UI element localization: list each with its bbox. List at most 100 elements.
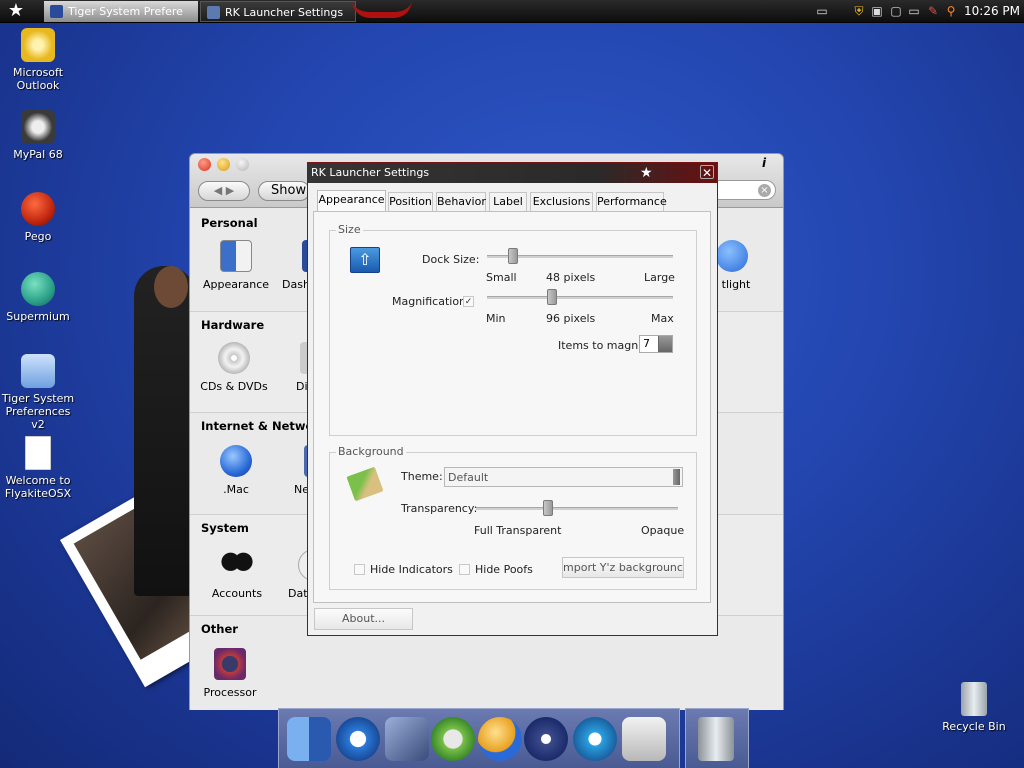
pane-mac[interactable]: .Mac: [201, 445, 271, 496]
decorative-arc: [352, 0, 412, 18]
pane-cds-dvds[interactable]: CDs & DVDs: [199, 342, 269, 393]
quicktime-icon[interactable]: [573, 717, 617, 761]
section-title: Personal: [201, 216, 258, 230]
taskbar-item-rk-launcher[interactable]: RK Launcher Settings: [200, 1, 356, 22]
magnification-min-label: Min: [486, 312, 506, 325]
preview-icon[interactable]: [385, 717, 429, 761]
taskbar-item-label: RK Launcher Settings: [225, 6, 344, 19]
magnification-checkbox[interactable]: ✓: [463, 296, 474, 307]
group-label: Size: [336, 223, 363, 236]
items-to-magnify-value[interactable]: 7: [643, 337, 650, 350]
taskbar-item-system-preferences[interactable]: Tiger System Prefere: [44, 1, 198, 22]
magnification-max-label: Max: [651, 312, 674, 325]
tab-position[interactable]: Position: [388, 192, 433, 211]
items-to-magnify-stepper[interactable]: 7: [639, 335, 673, 353]
pane-dashboard[interactable]: Dash Ex: [282, 240, 308, 291]
section-title: Other: [201, 622, 238, 636]
desktop-icon-welcome[interactable]: Welcome to FlyakiteOSX: [0, 436, 76, 500]
clock[interactable]: 10:26 PM: [964, 0, 1020, 23]
desktop-icon-supermium[interactable]: Supermium: [0, 272, 76, 323]
pane-appearance[interactable]: Appearance: [201, 240, 271, 291]
transparency-max-label: Opaque: [641, 524, 685, 537]
desktop-icon-outlook[interactable]: Microsoft Outlook: [0, 28, 76, 92]
cd-icon: [218, 342, 250, 374]
dock-size-max-label: Large: [644, 271, 675, 284]
dock-size-slider[interactable]: [487, 248, 673, 264]
magnification-label: Magnification:: [392, 295, 470, 308]
chevron-down-icon[interactable]: [673, 469, 680, 485]
hide-poofs-label: Hide Poofs: [475, 563, 533, 576]
tab-behavior[interactable]: Behavior: [436, 192, 486, 211]
close-icon[interactable]: ✕: [700, 165, 714, 180]
recycle-bin-icon: [961, 682, 987, 716]
theme-dropdown[interactable]: Default: [444, 467, 683, 487]
monitor-icon[interactable]: ▣: [870, 4, 884, 19]
trash-icon[interactable]: [698, 717, 734, 761]
media-player-icon[interactable]: [478, 717, 522, 761]
background-theme-icon: [346, 466, 384, 502]
dock-size-icon: ⇧: [350, 247, 380, 273]
appearance-tab-panel: Size ⇧ Dock Size: Small 48 pixels Large …: [313, 211, 711, 603]
finder-icon[interactable]: [287, 717, 331, 761]
dvd-player-icon[interactable]: [524, 717, 568, 761]
about-button[interactable]: About...: [314, 608, 413, 630]
keyboard-icon[interactable]: ▭: [815, 4, 829, 19]
pane-processor[interactable]: Processor: [195, 648, 265, 699]
document-icon: [25, 436, 51, 470]
apple-icon[interactable]: [622, 717, 666, 761]
start-star-icon[interactable]: ★: [6, 1, 26, 21]
clear-search-icon[interactable]: ×: [758, 184, 771, 197]
show-all-button[interactable]: Show: [258, 181, 310, 201]
close-button[interactable]: [198, 158, 211, 171]
tab-label[interactable]: Label: [489, 192, 527, 211]
desktop-icon-tiger-prefs[interactable]: Tiger System Preferences v2: [0, 354, 76, 431]
screen-icon[interactable]: ▭: [907, 4, 921, 19]
hide-indicators-checkbox[interactable]: [354, 564, 365, 575]
accounts-icon: [221, 549, 253, 581]
raccoon-icon: [21, 110, 55, 144]
desktop-icon-mypal[interactable]: MyPal 68: [0, 110, 76, 161]
taskbar: ★ Tiger System Prefere RK Launcher Setti…: [0, 0, 1024, 23]
back-forward-button[interactable]: ◀ ▶: [198, 181, 250, 201]
pane-network[interactable]: Ne: [294, 445, 308, 496]
tab-appearance[interactable]: Appearance: [317, 190, 386, 212]
internet-explorer-icon[interactable]: [336, 717, 380, 761]
slider-thumb[interactable]: [543, 500, 553, 516]
tab-exclusions[interactable]: Exclusions: [530, 192, 593, 211]
wrench-icon[interactable]: ✎: [926, 4, 940, 19]
rk-launcher-settings-dialog: RK Launcher Settings ★ ✕ Appearance Posi…: [307, 162, 718, 636]
section-title: System: [201, 521, 249, 535]
shield-icon[interactable]: ⛨: [852, 4, 866, 19]
slider-thumb[interactable]: [508, 248, 518, 264]
appearance-icon: [220, 240, 252, 272]
itunes-icon[interactable]: [431, 717, 475, 761]
dialog-title: RK Launcher Settings: [311, 166, 430, 179]
hide-poofs-checkbox[interactable]: [459, 564, 470, 575]
processor-icon: [214, 648, 246, 680]
group-label: Background: [336, 445, 406, 458]
display-icon[interactable]: ▢: [889, 4, 903, 19]
magnification-slider[interactable]: [487, 289, 673, 305]
slider-thumb[interactable]: [547, 289, 557, 305]
desktop-icon-pego[interactable]: Pego: [0, 192, 76, 243]
theme-label: Theme:: [401, 470, 443, 483]
star-icon: ★: [640, 165, 653, 181]
search-icon[interactable]: ⚲: [944, 4, 958, 19]
desktop-icon-recycle-bin[interactable]: Recycle Bin: [936, 682, 1012, 733]
stepper-arrows-icon[interactable]: [658, 336, 672, 352]
spotlight-icon: [716, 240, 748, 272]
import-background-button[interactable]: mport Y'z backgrounc: [562, 557, 684, 578]
transparency-min-label: Full Transparent: [474, 524, 562, 537]
window-icon: [50, 5, 63, 18]
pane-date-time[interactable]: Date: [288, 549, 308, 600]
search-input[interactable]: ×: [710, 180, 776, 200]
dock: [278, 708, 680, 768]
taskbar-item-label: Tiger System Prefere: [68, 5, 183, 18]
magnification-value: 96 pixels: [546, 312, 596, 325]
pane-accounts[interactable]: Accounts: [202, 549, 272, 600]
transparency-slider[interactable]: [476, 500, 678, 516]
minimize-button[interactable]: [217, 158, 230, 171]
info-icon[interactable]: i: [762, 156, 766, 170]
zoom-button[interactable]: [236, 158, 249, 171]
tab-performance[interactable]: Performance: [596, 192, 667, 211]
